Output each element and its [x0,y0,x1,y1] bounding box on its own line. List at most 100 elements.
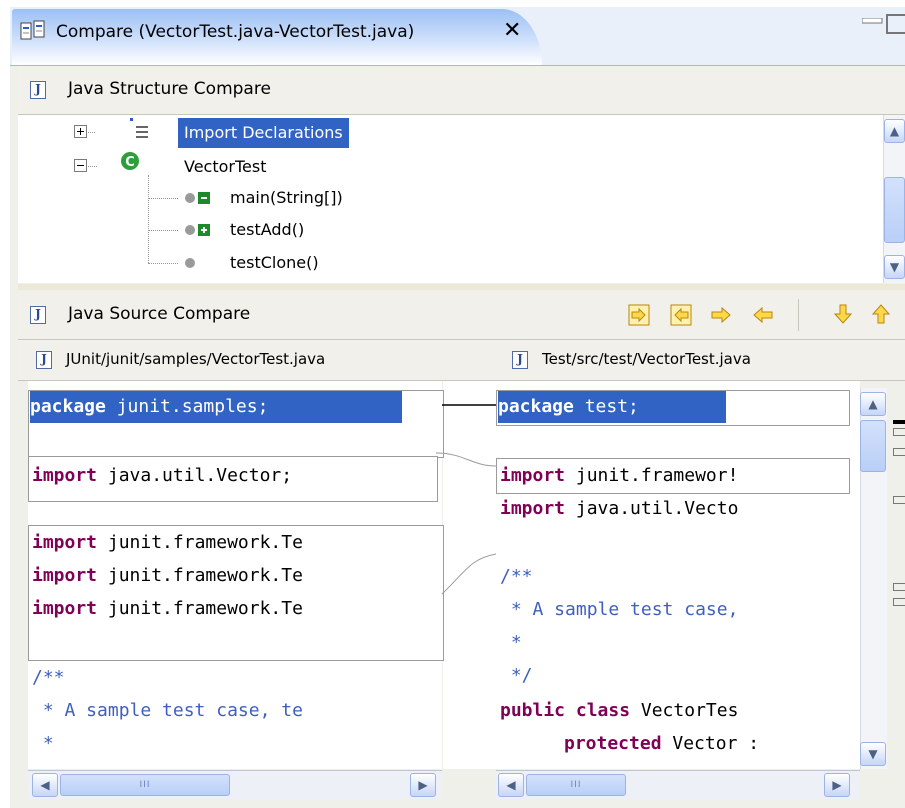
code-text: java.util.Vector; [97,465,293,486]
maximize-icon[interactable] [886,14,905,34]
scroll-right-icon[interactable]: ▶ [824,773,850,797]
class-icon: C [121,152,139,170]
tree-connector [148,198,178,199]
close-icon[interactable]: ✕ [503,18,521,43]
java-file-icon: J [30,306,46,324]
copy-all-left-to-right-icon[interactable] [628,304,650,326]
overview-ruler-mark[interactable] [893,583,905,591]
overview-ruler-mark[interactable] [893,496,905,504]
overview-ruler-mark[interactable] [893,598,905,606]
scroll-left-icon[interactable]: ◀ [32,773,58,797]
tree-item-testclone[interactable]: testClone() [230,248,319,278]
scrollbar-thumb[interactable] [860,420,886,472]
code-text: java.util.Vecto [565,498,739,519]
structure-compare-title: Java Structure Compare [68,79,271,99]
code-text: VectorTes [630,700,739,721]
scrollbar-grip: III [139,780,151,790]
scrollbar-grip: III [570,780,582,790]
method-added-icon [185,224,210,236]
code-keyword: protected [564,733,662,754]
code-keyword: import [32,598,98,619]
code-line[interactable]: import java.util.Vecto [500,492,738,526]
right-file-header: J Test/src/test/VectorTest.java [490,340,905,381]
scroll-left-icon[interactable]: ◀ [498,773,524,797]
overview-ruler-mark[interactable] [893,448,905,456]
code-comment[interactable]: * [32,727,54,761]
structure-compare-header: J Java Structure Compare [18,66,905,115]
code-line-selected[interactable]: package junit.samples; [30,391,402,423]
next-difference-icon[interactable] [832,303,854,325]
overview-ruler-mark[interactable] [893,428,905,436]
tree-connector [148,230,178,231]
code-comment[interactable]: /** [500,560,533,594]
code-comment[interactable]: * [500,626,522,660]
code-keyword: package [30,396,106,417]
code-comment[interactable]: /** [32,661,65,695]
code-text: test; [573,396,639,417]
code-keyword: package [498,396,574,417]
scrollbar-thumb[interactable] [884,177,905,243]
code-line[interactable]: import junit.framework.Te [32,592,303,626]
tree-item-testadd[interactable]: testAdd() [230,215,304,245]
scrollbar-thumb[interactable]: III [526,774,626,796]
scrollbar-thumb[interactable]: III [60,774,230,796]
minimize-icon[interactable] [862,18,884,24]
left-file-header: J JUnit/junit/samples/VectorTest.java [18,340,443,381]
code-keyword: public class [500,700,631,721]
scroll-right-icon[interactable]: ▶ [410,773,436,797]
code-text: junit.framework.Te [97,598,303,619]
code-line[interactable]: import junit.framework.Te [32,559,303,593]
source-compare-header: J Java Source Compare [18,291,905,340]
copy-current-left-to-right-icon[interactable] [710,304,732,326]
previous-difference-icon[interactable] [870,303,892,325]
code-line[interactable]: import java.util.Vector; [32,459,292,493]
svg-text:C: C [125,155,135,170]
code-comment[interactable]: * A sample test case, te [32,694,303,728]
code-keyword: import [32,465,98,486]
code-line[interactable]: public class VectorTes [500,694,738,728]
method-removed-icon [185,192,210,204]
tree-connector [148,175,149,263]
java-file-icon: J [36,351,52,369]
tree-connector [148,263,178,264]
method-icon [185,258,195,268]
java-file-icon: J [30,81,46,99]
tree-item-import-declarations[interactable]: Import Declarations [178,118,349,148]
expand-icon[interactable] [74,125,88,139]
code-line-selected[interactable]: package test; [498,391,726,423]
scroll-down-icon[interactable]: ▼ [884,255,905,279]
overview-ruler-mark[interactable] [893,420,905,424]
code-text: junit.samples; [105,396,269,417]
code-keyword: import [500,465,566,486]
code-keyword: import [500,498,566,519]
code-text: junit.framework.Te [97,532,303,553]
code-text: junit.framewor! [565,465,739,486]
structure-tree[interactable]: Import Declarations C VectorTest main(St… [18,115,905,283]
tab-title: Compare (VectorTest.java-VectorTest.java… [56,22,415,42]
copy-all-right-to-left-icon[interactable] [670,304,692,326]
scroll-up-icon[interactable]: ▲ [860,392,886,416]
code-comment[interactable]: */ [500,659,533,693]
scroll-up-icon[interactable]: ▲ [884,119,905,143]
center-gutter-header [443,340,490,381]
collapse-icon[interactable] [74,159,88,173]
source-compare-title: Java Source Compare [68,304,251,324]
scroll-down-icon[interactable]: ▼ [860,742,886,766]
code-text: junit.framework.Te [97,565,303,586]
tree-item-main[interactable]: main(String[]) [230,183,343,213]
right-horizontal-scrollbar[interactable]: ◀ III ▶ [496,770,860,799]
code-line[interactable]: protected Vector : [564,727,759,761]
code-text: Vector : [661,733,760,754]
right-file-path: Test/src/test/VectorTest.java [542,350,751,368]
diff-connectors [436,404,497,595]
compare-editor-icon [20,20,45,40]
left-horizontal-scrollbar[interactable]: ◀ III ▶ [28,770,442,799]
pane-divider[interactable] [18,284,905,290]
toolbar-separator [798,299,799,331]
tree-item-vectortest[interactable]: VectorTest [184,152,267,182]
left-file-path: JUnit/junit/samples/VectorTest.java [66,350,326,368]
code-comment[interactable]: * A sample test case, [500,593,739,627]
code-line[interactable]: import junit.framework.Te [32,526,303,560]
copy-current-right-to-left-icon[interactable] [752,304,774,326]
code-line[interactable]: import junit.framewor! [500,459,738,493]
